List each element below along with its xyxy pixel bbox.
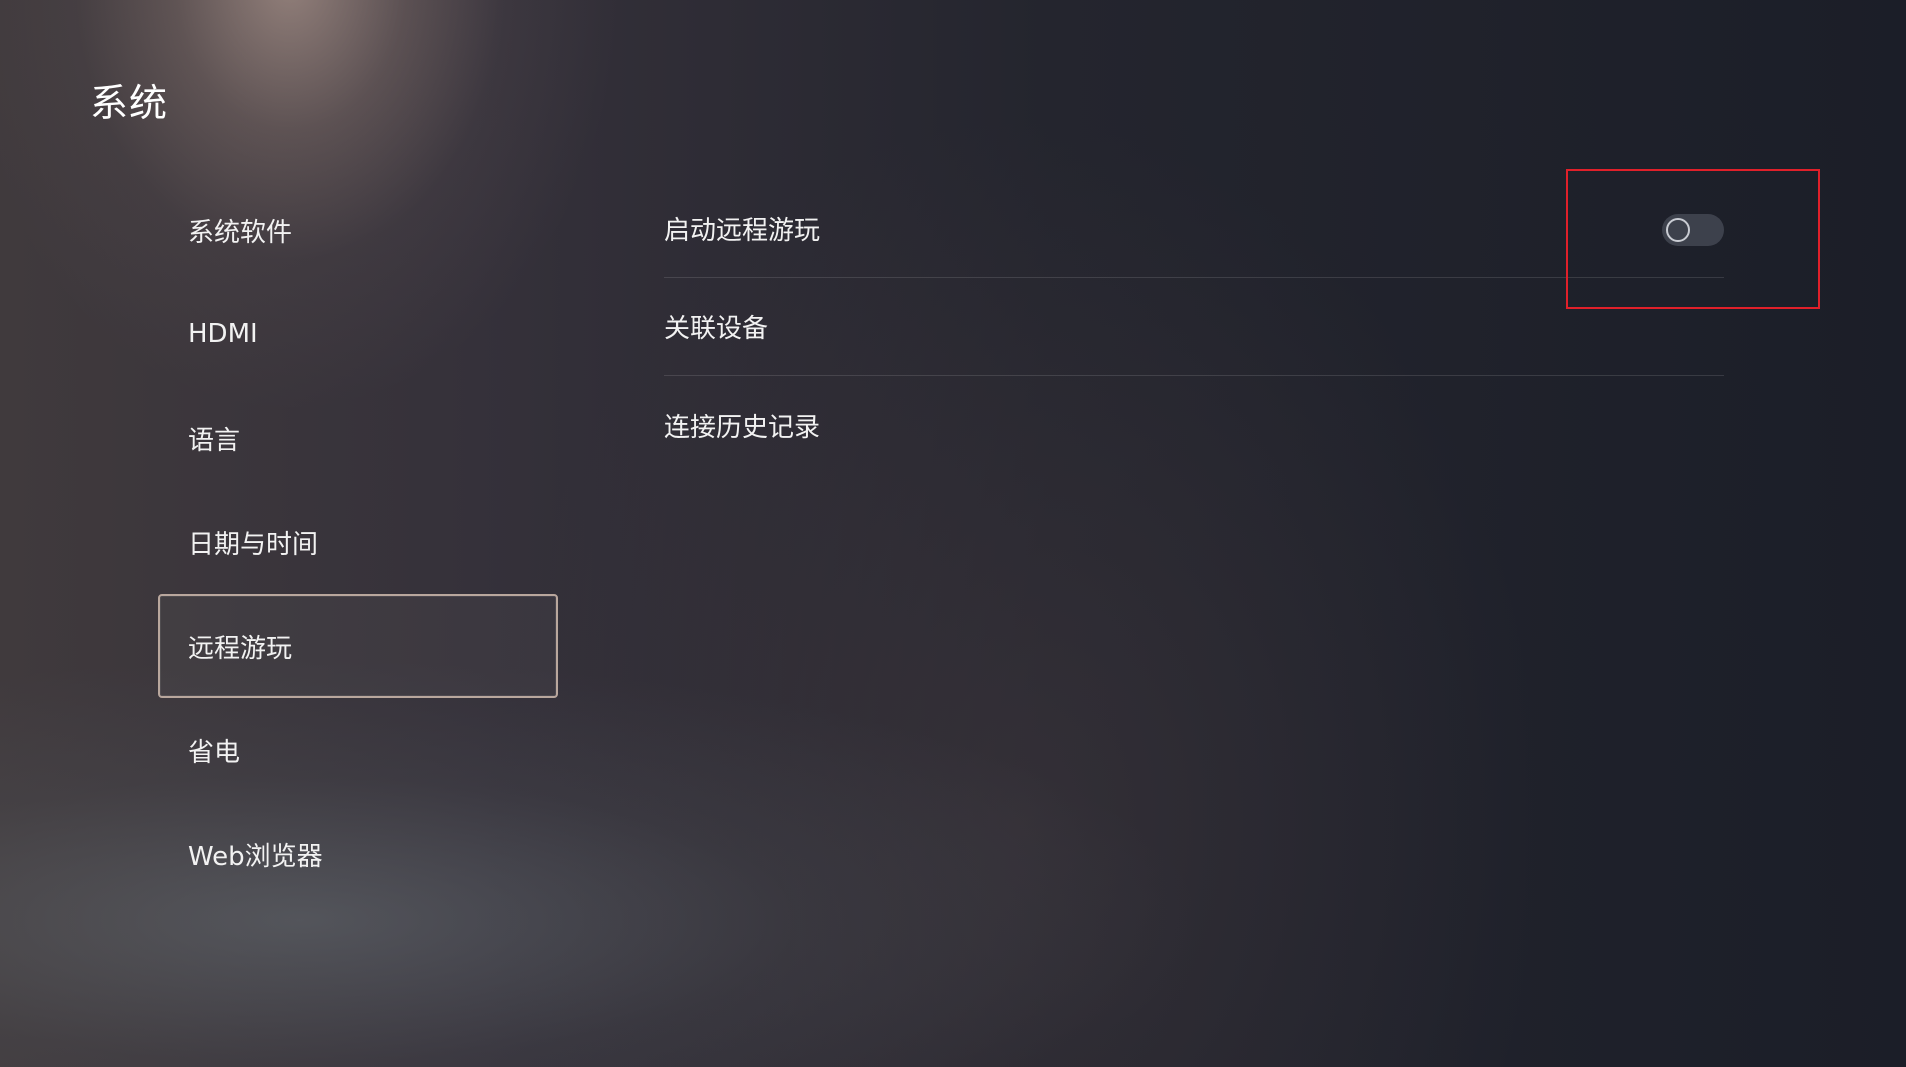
connection-history-row[interactable]: 连接历史记录	[664, 376, 1724, 474]
sidebar-item-system-software[interactable]: 系统软件	[158, 178, 558, 282]
sidebar-item-date-time[interactable]: 日期与时间	[158, 490, 558, 594]
remote-play-settings-list: 启动远程游玩 关联设备 连接历史记录	[664, 180, 1724, 474]
page-title: 系统	[90, 81, 169, 125]
row-label: 连接历史记录	[664, 412, 821, 443]
linked-devices-row[interactable]: 关联设备	[664, 278, 1724, 376]
enable-remote-play-toggle[interactable]	[1662, 214, 1724, 246]
sidebar-item-language[interactable]: 语言	[158, 386, 558, 490]
row-label: 启动远程游玩	[664, 216, 821, 246]
sidebar-item-remote-play[interactable]: 远程游玩	[158, 594, 558, 698]
sidebar-item-label: 远程游玩	[188, 633, 293, 664]
sidebar-item-label: 系统软件	[188, 217, 293, 248]
sidebar-item-label: HDMI	[188, 319, 258, 349]
toggle-knob-icon	[1666, 218, 1690, 242]
sidebar-item-web-browser[interactable]: Web浏览器	[158, 802, 558, 906]
sidebar-item-label: 日期与时间	[188, 529, 319, 560]
sidebar-item-label: 语言	[188, 425, 241, 456]
sidebar-item-label: 省电	[188, 737, 241, 768]
sidebar-item-label: Web浏览器	[188, 841, 323, 872]
sidebar-item-power-saving[interactable]: 省电	[158, 698, 558, 802]
enable-remote-play-row[interactable]: 启动远程游玩	[664, 180, 1724, 278]
sidebar-item-hdmi[interactable]: HDMI	[158, 282, 558, 386]
row-label: 关联设备	[664, 314, 769, 344]
